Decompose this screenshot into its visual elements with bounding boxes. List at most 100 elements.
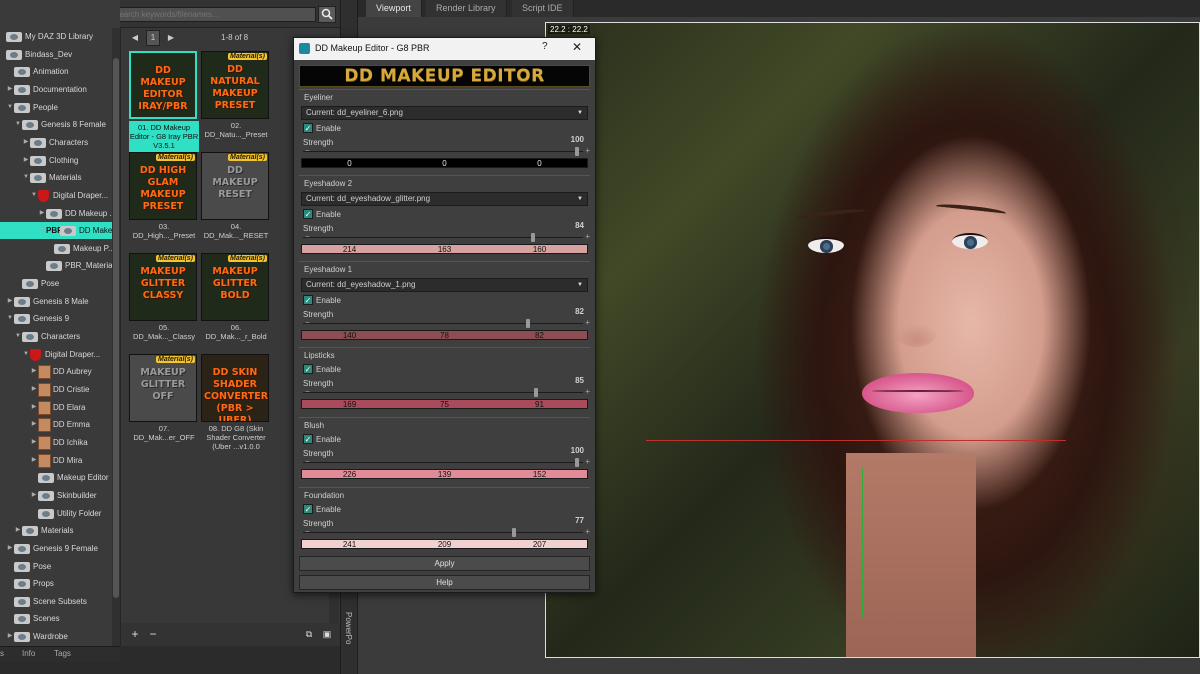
side-pane-label[interactable]: PowerPo <box>344 612 353 644</box>
color-swatch-bar[interactable]: 214 163 160 <box>301 244 588 254</box>
thumbnail-image[interactable]: Material(s) DD NATURAL MAKEUP PRESET <box>201 51 269 119</box>
tree-item[interactable]: ▶ DD Mira <box>0 452 112 469</box>
slider-handle[interactable] <box>575 147 579 156</box>
tree-item[interactable]: ▶ DD Aubrey <box>0 363 112 380</box>
tree-item[interactable]: ▶ Wardrobe <box>0 628 112 645</box>
tree-item[interactable]: ▶ Skinbuilder <box>0 487 112 504</box>
slider-handle[interactable] <box>512 528 517 537</box>
slider-plus-icon[interactable]: + <box>585 527 590 536</box>
tree-item[interactable]: ▶ DD Ichika <box>0 434 112 451</box>
enable-checkbox[interactable]: ✓ <box>303 504 313 514</box>
expand-arrow-icon[interactable]: ▶ <box>14 522 22 539</box>
slider-minus-icon[interactable]: − <box>305 457 310 466</box>
enable-checkbox[interactable]: ✓ <box>303 123 313 133</box>
slider-handle[interactable] <box>526 319 531 328</box>
tree-item[interactable]: ▶ Genesis 9 Female <box>0 540 112 557</box>
color-swatch-bar[interactable]: 140 78 82 <box>301 330 588 340</box>
tree-item[interactable]: ▶ Materials <box>0 522 112 539</box>
strength-slider[interactable]: − + <box>303 387 590 397</box>
tree-item[interactable]: Scenes <box>0 610 112 627</box>
slider-minus-icon[interactable]: − <box>305 527 310 536</box>
slider-plus-icon[interactable]: + <box>585 387 590 396</box>
strength-slider[interactable]: − + <box>303 457 590 467</box>
tab-info[interactable]: Info <box>22 649 35 658</box>
dialog-titlebar[interactable]: DD Makeup Editor - G8 PBR ? ✕ <box>294 38 595 60</box>
tree-item[interactable]: ▼ Genesis 8 Female <box>0 116 112 133</box>
expand-arrow-icon[interactable]: ▼ <box>22 169 30 186</box>
texture-dropdown[interactable]: Current: dd_eyeshadow_glitter.png ▼ <box>301 192 588 206</box>
tree-item[interactable]: Makeup Editor <box>0 469 112 486</box>
page-number[interactable]: 1 <box>146 30 160 46</box>
expand-arrow-icon[interactable]: ▶ <box>30 381 38 398</box>
tree-item[interactable]: Makeup P... <box>0 240 112 257</box>
tree-scrollbar-thumb[interactable] <box>113 58 119 598</box>
tree-item[interactable]: Pose <box>0 558 112 575</box>
slider-plus-icon[interactable]: + <box>585 146 590 155</box>
thumbnail-image[interactable]: Material(s) MAKEUP GLITTER CLASSY <box>129 253 197 321</box>
tree-item[interactable]: ▼ Digital Draper... <box>0 346 112 363</box>
tree-item[interactable]: ▼ Genesis 9 <box>0 310 112 327</box>
expand-arrow-icon[interactable]: ▼ <box>14 328 22 345</box>
color-swatch-bar[interactable]: 169 75 91 <box>301 399 588 409</box>
search-icon[interactable] <box>318 6 336 23</box>
slider-handle[interactable] <box>534 388 539 397</box>
tree-item[interactable]: Utility Folder <box>0 505 112 522</box>
tree-item[interactable]: ▶ DD Emma <box>0 416 112 433</box>
next-page-icon[interactable]: ▶ <box>165 31 177 45</box>
texture-dropdown[interactable]: Current: dd_eyeshadow_1.png ▼ <box>301 278 588 292</box>
expand-arrow-icon[interactable]: ▶ <box>38 205 46 222</box>
enable-checkbox[interactable]: ✓ <box>303 434 313 444</box>
remove-icon[interactable]: − <box>145 626 161 642</box>
slider-minus-icon[interactable]: − <box>305 146 310 155</box>
slider-plus-icon[interactable]: + <box>585 457 590 466</box>
add-icon[interactable]: + <box>127 626 143 642</box>
tree-item[interactable]: ▶ Characters <box>0 134 112 151</box>
tree-item[interactable]: ▼PBRDD Makeup ... <box>0 222 112 240</box>
thumbnail-image[interactable]: Material(s) MAKEUP GLITTER OFF <box>129 354 197 422</box>
expand-arrow-icon[interactable]: ▼ <box>38 222 46 239</box>
color-swatch-bar[interactable]: 0 0 0 <box>301 158 588 168</box>
strength-slider[interactable]: − + <box>303 146 590 156</box>
slider-handle[interactable] <box>575 458 579 467</box>
slider-plus-icon[interactable]: + <box>585 318 590 327</box>
tree-item[interactable]: ▶ Documentation <box>0 81 112 98</box>
enable-checkbox[interactable]: ✓ <box>303 364 313 374</box>
enable-checkbox[interactable]: ✓ <box>303 209 313 219</box>
tab-viewport[interactable]: Viewport <box>366 0 422 17</box>
tree-item[interactable]: ▶ DD Elara <box>0 399 112 416</box>
expand-arrow-icon[interactable]: ▶ <box>22 134 30 151</box>
thumbnail-image[interactable]: Material(s) MAKEUP GLITTER BOLD <box>201 253 269 321</box>
expand-arrow-icon[interactable]: ▶ <box>30 399 38 416</box>
tree-item[interactable]: ▼ People <box>0 99 112 116</box>
tree-item[interactable]: ▼ Characters <box>0 328 112 345</box>
thumbnail-image[interactable]: DD MAKEUP EDITOR IRAY/PBR <box>129 51 197 119</box>
color-swatch-bar[interactable]: 226 139 152 <box>301 469 588 479</box>
thumbnail-image[interactable]: Material(s) DD HIGH GLAM MAKEUP PRESET <box>129 152 197 220</box>
slider-handle[interactable] <box>531 233 536 242</box>
expand-arrow-icon[interactable]: ▶ <box>30 452 38 469</box>
expand-arrow-icon[interactable]: ▶ <box>30 416 38 433</box>
tree-item[interactable]: ▶ DD Makeup ... <box>0 205 112 222</box>
prev-page-icon[interactable]: ◀ <box>129 31 141 45</box>
tree-item[interactable]: ▶ Genesis 8 Male <box>0 293 112 310</box>
expand-arrow-icon[interactable]: ▶ <box>30 487 38 504</box>
texture-dropdown[interactable]: Current: dd_eyeliner_6.png ▼ <box>301 106 588 120</box>
tree-item[interactable]: Props <box>0 575 112 592</box>
expand-arrow-icon[interactable]: ▶ <box>22 152 30 169</box>
strength-slider[interactable]: − + <box>303 318 590 328</box>
tree-item[interactable]: Animation <box>0 63 112 80</box>
expand-arrow-icon[interactable]: ▼ <box>30 187 38 204</box>
slider-minus-icon[interactable]: − <box>305 387 310 396</box>
expand-arrow-icon[interactable]: ▶ <box>30 363 38 380</box>
color-swatch-bar[interactable]: 241 209 207 <box>301 539 588 549</box>
tree-item[interactable]: Pose <box>0 275 112 292</box>
tab-render-library[interactable]: Render Library <box>426 0 507 17</box>
tab-tags[interactable]: Tags <box>54 649 71 658</box>
strength-slider[interactable]: − + <box>303 527 590 537</box>
thumbnail-image[interactable]: DD SKIN SHADER CONVERTER (PBR > UBER) <box>201 354 269 422</box>
tree-item[interactable]: ▶ DD Cristie <box>0 381 112 398</box>
apply-button[interactable]: Apply <box>299 556 590 571</box>
slider-plus-icon[interactable]: + <box>585 232 590 241</box>
expand-arrow-icon[interactable]: ▶ <box>6 628 14 645</box>
tree-item[interactable]: ▶ Clothing <box>0 152 112 169</box>
